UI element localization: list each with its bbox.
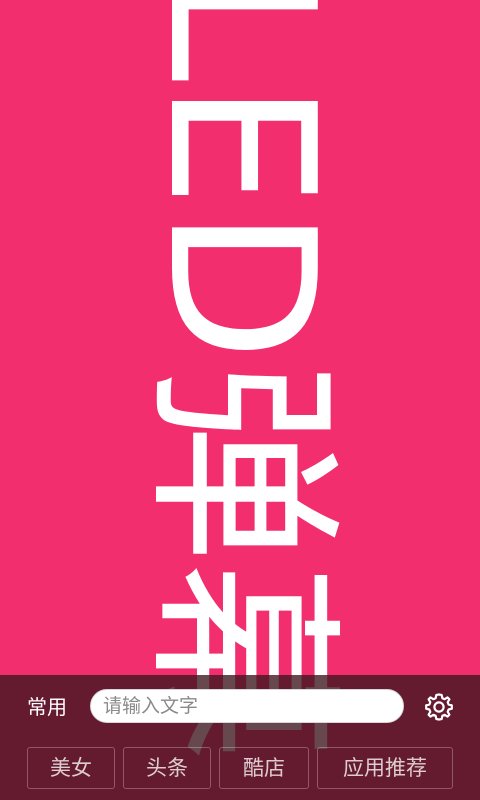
bottom-control-panel: 常用 美女 头条 酷店 应用推荐 [0, 675, 480, 800]
quick-chips-row: 美女 头条 酷店 应用推荐 [0, 747, 480, 791]
chip-beauty[interactable]: 美女 [27, 747, 115, 789]
chip-app-recommend[interactable]: 应用推荐 [317, 747, 453, 789]
text-input[interactable] [90, 689, 404, 723]
common-label[interactable]: 常用 [27, 694, 67, 720]
gear-icon-graphic [425, 693, 453, 721]
input-row: 常用 [0, 675, 480, 739]
led-danmaku-screen: LED弹幕 常用 美女 头条 酷店 应用推荐 [0, 0, 480, 800]
chip-cool-shop[interactable]: 酷店 [219, 747, 309, 789]
gear-icon[interactable] [422, 690, 456, 724]
chip-headlines[interactable]: 头条 [123, 747, 211, 789]
marquee-text: LED弹幕 [124, 0, 357, 762]
